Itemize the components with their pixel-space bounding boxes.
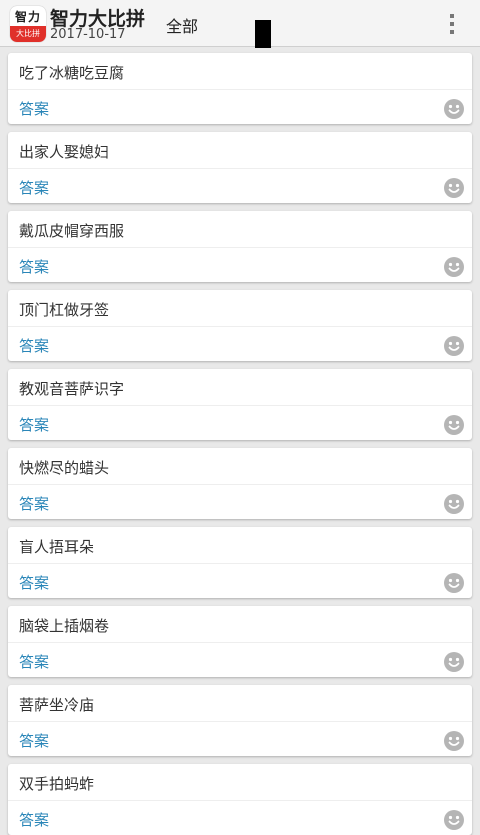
card-divider [8,89,472,90]
riddle-card[interactable]: 菩萨坐冷庙 答案 [8,685,472,756]
smiley-icon[interactable] [444,336,464,356]
smiley-icon[interactable] [444,178,464,198]
app-logo-bottom-text: 大比拼 [10,26,46,42]
riddle-card[interactable]: 顶门杠做牙签 答案 [8,290,472,361]
answer-button[interactable]: 答案 [19,335,49,356]
answer-button[interactable]: 答案 [19,256,49,277]
category-selector[interactable]: 全部 [166,13,198,37]
app-date: 2017-10-17 [50,27,126,42]
card-divider [8,405,472,406]
riddle-card[interactable]: 快燃尽的蜡头 答案 [8,448,472,519]
riddle-question: 盲人捂耳朵 [19,538,95,556]
card-divider [8,800,472,801]
riddle-question: 顶门杠做牙签 [19,301,110,319]
answer-button[interactable]: 答案 [19,414,49,435]
card-divider [8,247,472,248]
answer-button[interactable]: 答案 [19,730,49,751]
riddle-question: 教观音菩萨识字 [19,380,125,398]
answer-button[interactable]: 答案 [19,809,49,830]
riddle-question: 双手拍蚂蚱 [19,775,95,793]
riddle-card[interactable]: 盲人捂耳朵 答案 [8,527,472,598]
smiley-icon[interactable] [444,257,464,277]
card-divider [8,484,472,485]
riddle-question: 脑袋上插烟卷 [19,617,110,635]
smiley-icon[interactable] [444,415,464,435]
riddle-card[interactable]: 脑袋上插烟卷 答案 [8,606,472,677]
app-logo-top-text: 智力 [14,10,41,24]
action-bar: 智力 大比拼 智力大比拼 2017-10-17 全部 [0,0,480,48]
riddle-card[interactable]: 出家人娶媳妇 答案 [8,132,472,203]
app-logo[interactable]: 智力 大比拼 [10,6,46,42]
smiley-icon[interactable] [444,573,464,593]
answer-button[interactable]: 答案 [19,98,49,119]
card-divider [8,642,472,643]
answer-button[interactable]: 答案 [19,177,49,198]
card-divider [8,563,472,564]
riddle-card[interactable]: 教观音菩萨识字 答案 [8,369,472,440]
riddle-card[interactable]: 戴瓜皮帽穿西服 答案 [8,211,472,282]
card-divider [8,168,472,169]
answer-button[interactable]: 答案 [19,493,49,514]
answer-button[interactable]: 答案 [19,572,49,593]
smiley-icon[interactable] [444,494,464,514]
riddle-card[interactable]: 吃了冰糖吃豆腐 答案 [8,53,472,124]
answer-button[interactable]: 答案 [19,651,49,672]
riddle-question: 戴瓜皮帽穿西服 [19,222,125,240]
riddle-question: 快燃尽的蜡头 [19,459,110,477]
redaction-block [255,20,271,48]
smiley-icon[interactable] [444,99,464,119]
card-divider [8,326,472,327]
smiley-icon[interactable] [444,810,464,830]
overflow-menu-icon[interactable] [438,8,466,40]
card-divider [8,721,472,722]
riddle-question: 出家人娶媳妇 [19,143,110,161]
riddle-question: 菩萨坐冷庙 [19,696,95,714]
smiley-icon[interactable] [444,652,464,672]
riddle-question: 吃了冰糖吃豆腐 [19,64,125,82]
smiley-icon[interactable] [444,731,464,751]
